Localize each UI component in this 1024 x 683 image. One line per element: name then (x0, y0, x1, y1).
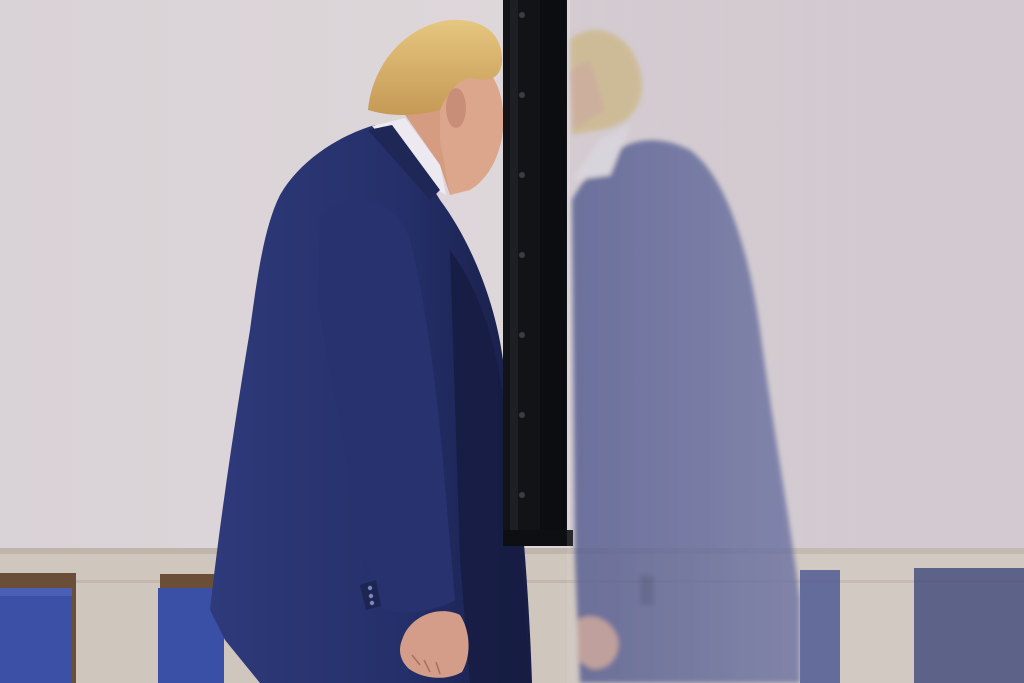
door-edge (503, 0, 573, 546)
ear (446, 88, 466, 128)
photo (0, 0, 1024, 683)
chair-left (0, 573, 76, 683)
